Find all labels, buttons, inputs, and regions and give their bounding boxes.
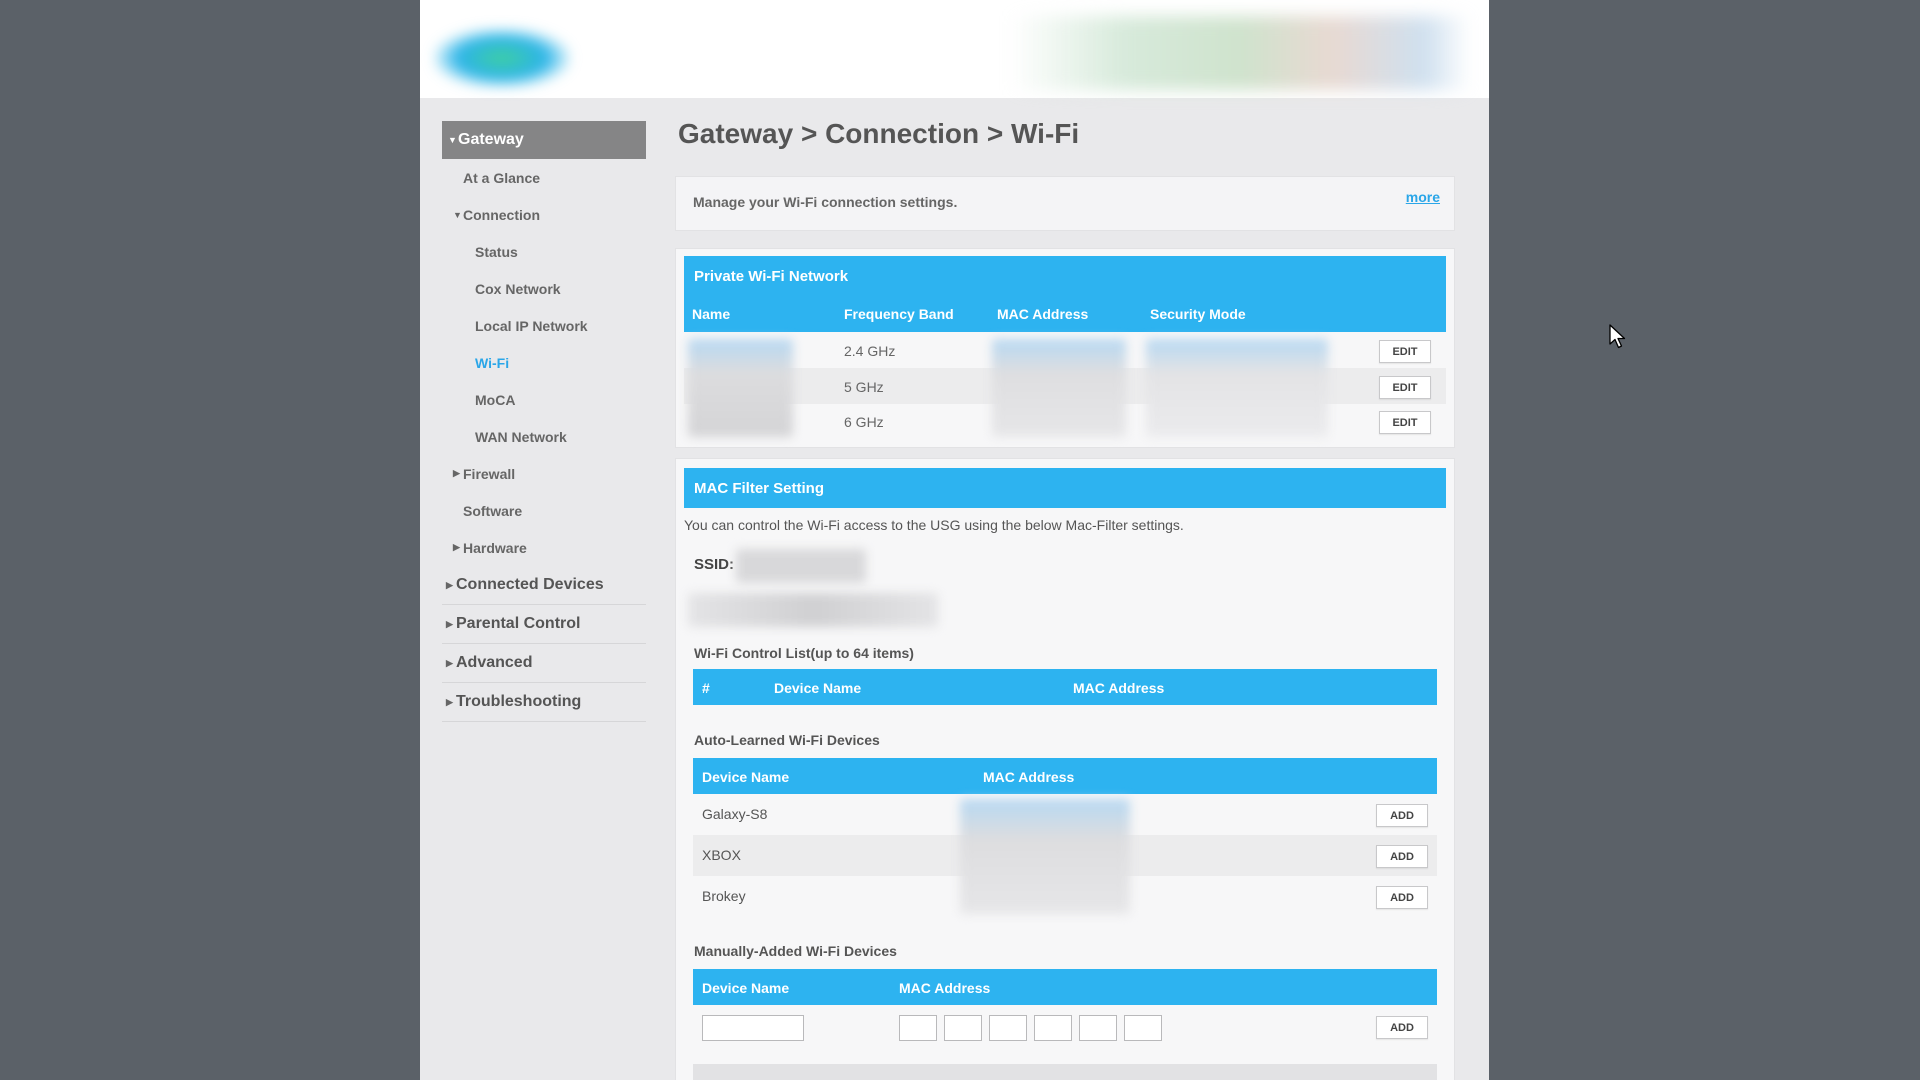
sidebar-item-hardware[interactable]: ▶ Hardware (442, 529, 646, 566)
sidebar-item-advanced[interactable]: ▶ Advanced (442, 644, 646, 683)
mac-filter-title: MAC Filter Setting (694, 480, 824, 497)
col-mac-address: MAC Address (899, 980, 991, 996)
band-5ghz: 5 GHz (844, 379, 884, 395)
private-wifi-header: Private Wi-Fi Network Name Frequency Ban… (684, 256, 1446, 332)
more-link[interactable]: more (1406, 189, 1440, 205)
page-description-box: Manage your Wi-Fi connection settings. m… (675, 176, 1455, 231)
caret-right-icon: ▶ (453, 542, 460, 552)
caret-down-icon: ▼ (453, 209, 462, 220)
page-title: Gateway > Connection > Wi-Fi (678, 118, 1080, 149)
page-description: Manage your Wi-Fi connection settings. (693, 194, 958, 210)
blurred-filter-mode (688, 593, 938, 627)
mac-filter-panel: MAC Filter Setting You can control the W… (675, 458, 1455, 1080)
private-wifi-title: Private Wi-Fi Network (694, 268, 849, 285)
auto-learned-header: Device Name MAC Address (693, 758, 1437, 794)
sidebar-item-at-a-glance[interactable]: At a Glance (442, 159, 646, 196)
caret-right-icon: ▶ (446, 657, 453, 668)
brand-logo (434, 28, 570, 88)
sidebar-item-firewall[interactable]: ▶ Firewall (442, 455, 646, 492)
mac-octet-4-input[interactable] (1034, 1015, 1072, 1041)
manual-header: Device Name MAC Address (693, 969, 1437, 1005)
bottom-row-stripe (693, 1064, 1437, 1080)
col-device-name: Device Name (702, 769, 790, 785)
sidebar-item-connection[interactable]: ▼ Connection (442, 196, 646, 233)
col-number: # (702, 680, 710, 696)
sidebar-item-local-ip-network[interactable]: Local IP Network (442, 307, 646, 344)
sidebar-item-moca[interactable]: MoCA (442, 381, 646, 418)
col-mac-address: MAC Address (997, 306, 1089, 322)
col-mac-address: MAC Address (1073, 680, 1165, 696)
mac-octet-2-input[interactable] (944, 1015, 982, 1041)
add-button-brokey[interactable]: ADD (1376, 886, 1428, 909)
blurred-network-names (688, 339, 793, 437)
col-mac-address: MAC Address (983, 769, 1075, 785)
auto-learned-title: Auto-Learned Wi-Fi Devices (694, 732, 880, 748)
router-admin-page: ▼ Gateway At a Glance ▼ Connection Statu… (420, 0, 1489, 1080)
caret-right-icon: ▶ (453, 468, 460, 478)
control-list-title: Wi-Fi Control List(up to 64 items) (694, 645, 914, 661)
edit-button-6ghz[interactable]: EDIT (1379, 411, 1431, 434)
sidebar-item-status[interactable]: Status (442, 233, 646, 270)
add-manual-device-button[interactable]: ADD (1376, 1016, 1428, 1039)
edit-button-5ghz[interactable]: EDIT (1379, 376, 1431, 399)
mac-octet-3-input[interactable] (989, 1015, 1027, 1041)
mac-filter-header: MAC Filter Setting (684, 468, 1446, 508)
blurred-ssid-value (736, 549, 866, 583)
caret-right-icon: ▶ (446, 696, 453, 707)
mac-filter-description: You can control the Wi-Fi access to the … (684, 517, 1184, 533)
caret-down-icon: ▼ (448, 135, 457, 145)
control-list-header: # Device Name MAC Address (693, 669, 1437, 705)
top-banner (420, 0, 1489, 98)
device-name-brokey: Brokey (702, 888, 746, 904)
col-device-name: Device Name (774, 680, 862, 696)
edit-button-24ghz[interactable]: EDIT (1379, 340, 1431, 363)
caret-right-icon: ▶ (446, 618, 453, 629)
mouse-cursor-icon (1609, 324, 1626, 349)
add-button-galaxy-s8[interactable]: ADD (1376, 804, 1428, 827)
private-wifi-panel: Private Wi-Fi Network Name Frequency Ban… (675, 248, 1455, 448)
col-device-name: Device Name (702, 980, 790, 996)
sidebar-item-wifi[interactable]: Wi-Fi (442, 344, 646, 381)
blurred-security-modes (1146, 339, 1328, 437)
mac-octet-1-input[interactable] (899, 1015, 937, 1041)
mac-octet-6-input[interactable] (1124, 1015, 1162, 1041)
sidebar-item-cox-network[interactable]: Cox Network (442, 270, 646, 307)
blurred-header-info (1010, 16, 1470, 90)
sidebar-item-software[interactable]: Software (442, 492, 646, 529)
col-name: Name (692, 306, 731, 322)
manual-title: Manually-Added Wi-Fi Devices (694, 943, 897, 959)
device-name-xbox: XBOX (702, 847, 741, 863)
blurred-mac-addresses (992, 339, 1126, 437)
caret-right-icon: ▶ (446, 579, 453, 590)
ssid-label: SSID: (694, 556, 735, 573)
band-6ghz: 6 GHz (844, 414, 884, 430)
blurred-device-macs (960, 799, 1130, 914)
sidebar-item-parental-control[interactable]: ▶ Parental Control (442, 605, 646, 644)
sidebar-nav: ▼ Gateway At a Glance ▼ Connection Statu… (442, 121, 646, 722)
band-24ghz: 2.4 GHz (844, 343, 896, 359)
sidebar-item-connected-devices[interactable]: ▶ Connected Devices (442, 566, 646, 605)
sidebar-item-gateway[interactable]: ▼ Gateway (442, 121, 646, 159)
sidebar-item-wan-network[interactable]: WAN Network (442, 418, 646, 455)
col-security-mode: Security Mode (1150, 306, 1246, 322)
device-name-input[interactable] (702, 1015, 804, 1041)
device-name-galaxy-s8: Galaxy-S8 (702, 806, 768, 822)
col-frequency-band: Frequency Band (844, 306, 954, 322)
sidebar-item-troubleshooting[interactable]: ▶ Troubleshooting (442, 683, 646, 722)
mac-octet-5-input[interactable] (1079, 1015, 1117, 1041)
add-button-xbox[interactable]: ADD (1376, 845, 1428, 868)
